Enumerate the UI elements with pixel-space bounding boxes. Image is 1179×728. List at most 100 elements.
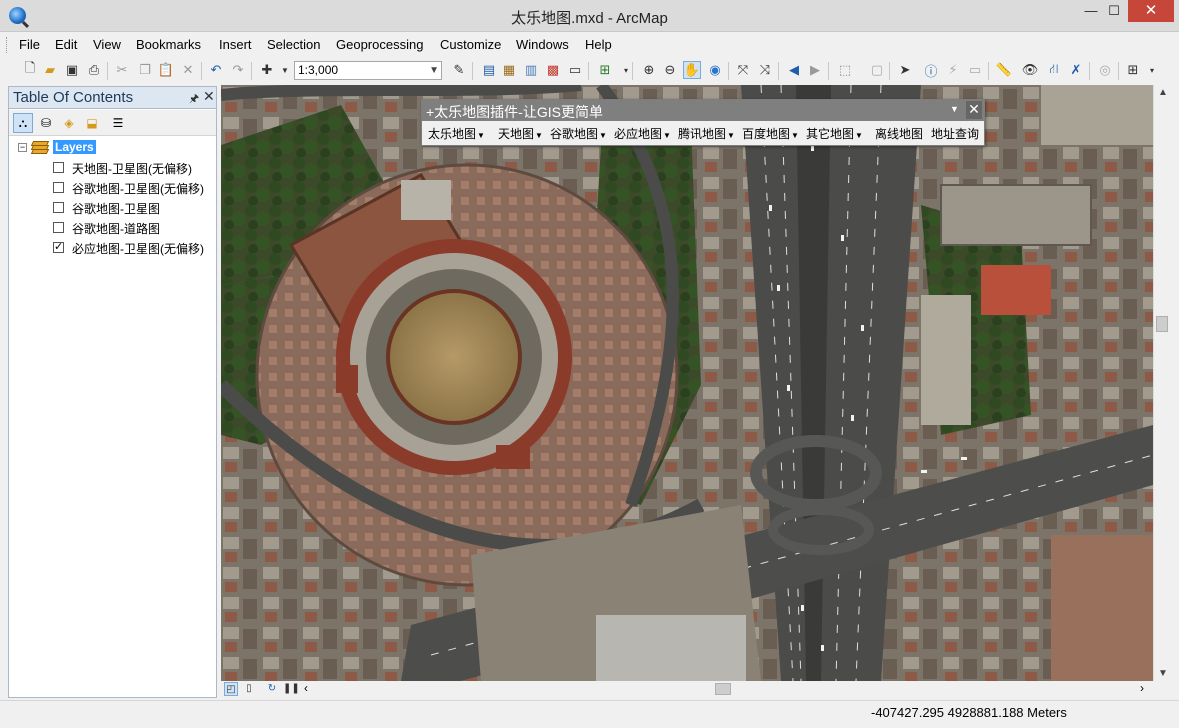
delete-icon[interactable]: ✕ — [179, 61, 197, 79]
menu-edit[interactable]: Edit — [55, 37, 77, 52]
new-document-icon[interactable]: 🗋 — [21, 60, 39, 79]
html-popup-icon[interactable]: ▭ — [966, 61, 984, 79]
layer-label[interactable]: 谷歌地图-道路图 — [72, 220, 160, 237]
pin-icon[interactable]: 🖈 — [189, 90, 199, 109]
plugin-menu-other[interactable]: 其它地图▼ — [806, 125, 863, 142]
menu-view[interactable]: View — [93, 37, 121, 52]
layer-label[interactable]: 必应地图-卫星图(无偏移) — [72, 240, 204, 257]
close-window-button[interactable]: ✕ — [1128, 0, 1174, 22]
list-by-visibility-icon[interactable]: ◈ — [59, 113, 79, 133]
editor-icon[interactable]: ▤ — [480, 61, 498, 79]
menu-selection[interactable]: Selection — [267, 37, 320, 52]
toc-header: Table Of Contents 🖈 ✕ — [9, 87, 216, 109]
cut-icon[interactable]: ✂ — [113, 61, 131, 79]
layer-visibility-checkbox[interactable] — [53, 202, 64, 213]
plugin-menu-baidu[interactable]: 百度地图▼ — [742, 125, 799, 142]
map-horizontal-scrollbar[interactable]: ◰ ▯ ↻ ❚❚ ‹ › — [221, 681, 1153, 697]
menu-grip[interactable] — [6, 37, 9, 53]
data-view-icon[interactable]: ◰ — [224, 682, 238, 696]
map-scale-select[interactable]: 1:3,000 ▼ — [294, 61, 442, 80]
menu-file[interactable]: File — [19, 37, 40, 52]
scroll-up-arrow-icon[interactable]: ▲ — [1158, 87, 1168, 98]
scroll-down-arrow-icon[interactable]: ▼ — [1158, 668, 1168, 679]
menu-bookmarks[interactable]: Bookmarks — [136, 37, 201, 52]
create-viewer-window-icon[interactable]: ⊞ — [1124, 61, 1142, 79]
menu-windows[interactable]: Windows — [516, 37, 569, 52]
options-icon[interactable]: ☰ — [108, 113, 128, 133]
scroll-thumb[interactable] — [715, 683, 731, 695]
full-extent-globe-icon[interactable]: ◉ — [706, 61, 724, 79]
plugin-menu-google[interactable]: 谷歌地图▼ — [550, 125, 607, 142]
layout-view-icon[interactable]: ▯ — [242, 682, 256, 696]
go-to-xy-icon[interactable]: ✗ — [1067, 61, 1085, 79]
zoom-in-icon[interactable]: ⊕ — [640, 61, 658, 79]
layer-label[interactable]: 谷歌地图-卫星图(无偏移) — [72, 180, 204, 197]
clear-selection-icon[interactable]: ▢ — [868, 61, 886, 79]
save-icon[interactable]: ▣ — [63, 61, 81, 79]
catalog-window-icon[interactable]: ▦ — [500, 61, 518, 79]
maximize-button[interactable]: ☐ — [1099, 0, 1129, 22]
editor-toolbar-icon[interactable]: ✎ — [450, 61, 468, 79]
list-by-source-icon[interactable]: ⛁ — [36, 113, 56, 133]
close-icon[interactable]: ✕ — [203, 88, 215, 105]
collapse-toggle-icon[interactable]: − — [18, 143, 27, 152]
satellite-imagery[interactable] — [221, 85, 1153, 681]
layer-visibility-checkbox[interactable] — [53, 162, 64, 173]
arctoolbox-icon[interactable]: ▩ — [544, 61, 562, 79]
select-features-icon[interactable]: ⬚ — [836, 61, 854, 79]
find-route-icon[interactable]: ⛙ — [1045, 61, 1063, 79]
layer-visibility-checkbox[interactable]: ✓ — [53, 242, 64, 253]
scroll-thumb[interactable] — [1156, 316, 1168, 332]
toolbar-overflow-icon[interactable]: ▾ — [1143, 61, 1161, 79]
undo-icon[interactable]: ↶ — [207, 61, 225, 79]
menu-help[interactable]: Help — [585, 37, 612, 52]
map-view[interactable] — [221, 85, 1153, 681]
search-window-icon[interactable]: ▥ — [522, 61, 540, 79]
python-window-icon[interactable]: ▭ — [566, 61, 584, 79]
close-icon[interactable]: ✕ — [966, 101, 982, 119]
zoom-out-icon[interactable]: ⊖ — [661, 61, 679, 79]
layer-visibility-checkbox[interactable] — [53, 182, 64, 193]
scroll-right-arrow-icon[interactable]: › — [1140, 681, 1144, 695]
measure-icon[interactable]: 📏 — [995, 61, 1013, 79]
back-extent-arrow-icon[interactable]: ◀ — [785, 61, 803, 79]
layer-label[interactable]: 谷歌地图-卫星图 — [72, 200, 160, 217]
scroll-left-arrow-icon[interactable]: ‹ — [304, 681, 308, 695]
fixed-zoom-in-icon[interactable]: ⤧ — [734, 61, 752, 79]
plugin-toolbar-header[interactable]: +太乐地图插件-让GIS更简单 ▼ ✕ — [422, 100, 984, 121]
list-by-selection-icon[interactable]: ⬓ — [82, 113, 102, 133]
layer-visibility-checkbox[interactable] — [53, 222, 64, 233]
model-builder-icon[interactable]: ⊞ — [596, 61, 614, 79]
menu-customize[interactable]: Customize — [440, 37, 501, 52]
refresh-icon[interactable]: ↻ — [265, 682, 279, 696]
plugin-menu-address-search[interactable]: 地址查询 — [931, 125, 979, 142]
data-frame-label[interactable]: Layers — [53, 140, 96, 154]
fixed-zoom-out-icon[interactable]: ⤨ — [756, 61, 774, 79]
copy-icon[interactable]: ❐ — [136, 61, 154, 79]
pan-hand-icon[interactable]: ✋ — [683, 61, 701, 79]
map-vertical-scrollbar[interactable]: ▲ ▼ — [1153, 85, 1170, 681]
time-slider-icon[interactable]: ◎ — [1096, 61, 1114, 79]
layer-label[interactable]: 天地图-卫星图(无偏移) — [72, 160, 192, 177]
plugin-menu-offline[interactable]: 离线地图 — [875, 125, 923, 142]
plugin-menu-tianditu[interactable]: 天地图▼ — [498, 125, 543, 142]
pause-drawing-icon[interactable]: ❚❚ — [283, 682, 300, 696]
menu-geoprocessing[interactable]: Geoprocessing — [336, 37, 423, 52]
open-folder-icon[interactable]: ▰ — [41, 61, 59, 79]
hyperlink-icon[interactable]: ⚡ — [944, 61, 962, 79]
plugin-menu-tencent[interactable]: 腾讯地图▼ — [678, 125, 735, 142]
identify-info-icon[interactable]: ⓘ — [922, 61, 940, 79]
find-binoculars-icon[interactable]: 👁 — [1021, 61, 1039, 79]
forward-extent-arrow-icon[interactable]: ▶ — [806, 61, 824, 79]
paste-icon[interactable]: 📋 — [157, 61, 175, 79]
add-data-dropdown-icon[interactable]: ▼ — [276, 61, 294, 79]
menu-insert[interactable]: Insert — [219, 37, 252, 52]
plugin-menu-bing[interactable]: 必应地图▼ — [614, 125, 671, 142]
print-icon[interactable]: ⎙ — [85, 61, 103, 79]
list-by-drawing-order-icon[interactable]: ⛬ — [13, 113, 33, 133]
chevron-down-icon[interactable]: ▼ — [950, 104, 959, 114]
redo-icon[interactable]: ↷ — [229, 61, 247, 79]
select-elements-arrow-icon[interactable]: ➤ — [896, 61, 914, 79]
add-data-icon[interactable]: ✚ — [258, 61, 276, 79]
plugin-menu-taile[interactable]: 太乐地图▼ — [428, 125, 485, 142]
